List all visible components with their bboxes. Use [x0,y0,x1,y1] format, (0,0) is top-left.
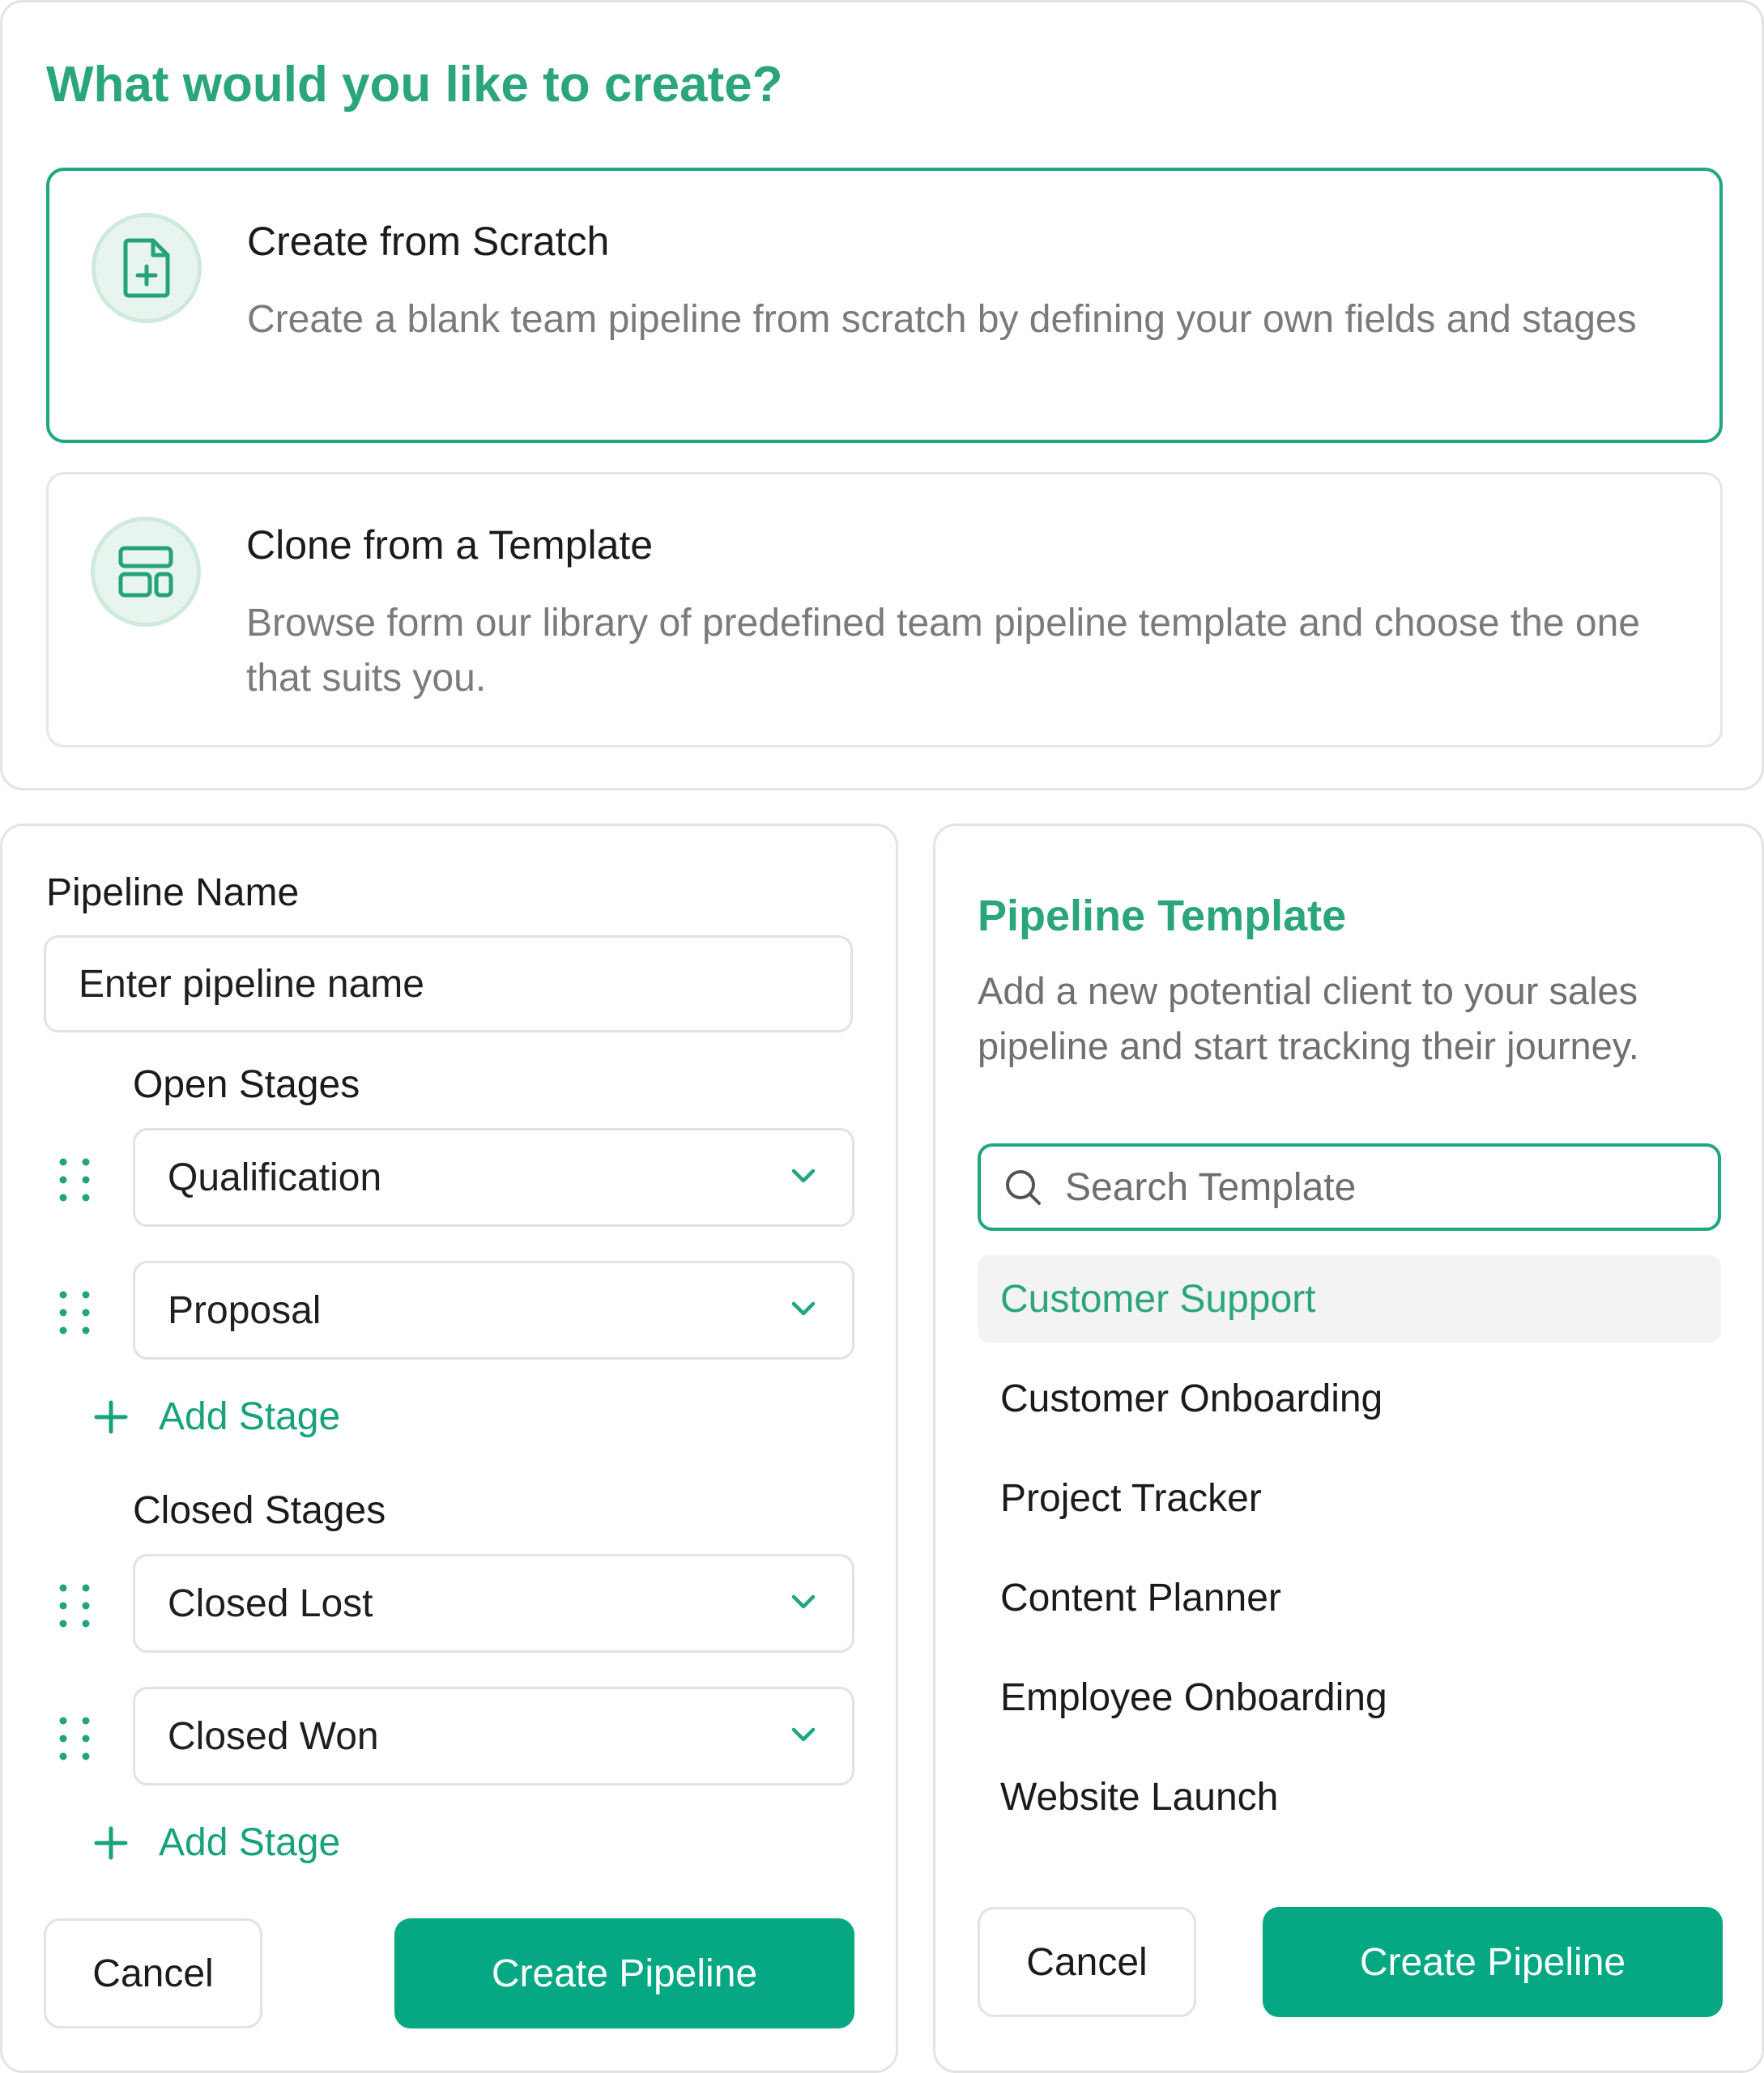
template-item-customer-onboarding[interactable]: Customer Onboarding [978,1355,1721,1442]
option-clone-from-template[interactable]: Clone from a Template Browse form our li… [46,472,1723,747]
chevron-down-icon [791,1168,816,1183]
add-stage-label: Add Stage [159,1395,341,1438]
template-panel-title: Pipeline Template [978,892,1347,940]
template-search-field[interactable] [978,1143,1721,1231]
option-title: Clone from a Template [246,522,654,568]
stage-row: Proposal [57,1261,854,1360]
stage-select-qualification[interactable]: Qualification [133,1128,854,1227]
template-item-website-launch[interactable]: Website Launch [978,1753,1721,1841]
template-create-pipeline-button[interactable]: Create Pipeline [1263,1907,1723,2017]
chevron-down-icon [791,1301,816,1316]
stage-row: Closed Won [57,1687,854,1786]
stage-select-closed-lost[interactable]: Closed Lost [133,1554,854,1653]
option-title: Create from Scratch [247,219,610,264]
stage-select-value: Closed Lost [168,1581,373,1625]
option-create-from-scratch[interactable]: Create from Scratch Create a blank team … [46,168,1723,443]
stage-select-value: Proposal [168,1288,322,1332]
add-stage-label: Add Stage [159,1821,341,1864]
stage-select-proposal[interactable]: Proposal [133,1261,854,1360]
stage-row: Closed Lost [57,1554,854,1653]
file-plus-icon [92,213,202,323]
stage-select-value: Closed Won [168,1714,379,1758]
layout-template-icon [91,517,201,627]
template-panel-description: Add a new potential client to your sales… [978,969,1639,1067]
create-panel-title: What would you like to create? [46,57,783,113]
option-description: Browse form our library of predefined te… [246,602,1640,700]
pipeline-template-panel: Pipeline Template Add a new potential cl… [933,824,1764,2073]
create-type-panel: What would you like to create? Create fr… [0,0,1764,790]
pipeline-name-label: Pipeline Name [46,871,300,914]
template-cancel-button[interactable]: Cancel [978,1907,1196,2017]
template-item-content-planner[interactable]: Content Planner [978,1554,1721,1641]
pipeline-name-value: Enter pipeline name [79,962,424,1006]
stage-row: Qualification [57,1128,854,1227]
form-create-pipeline-button[interactable]: Create Pipeline [394,1918,854,2028]
add-closed-stage-button[interactable]: Add Stage [94,1820,340,1865]
pipeline-name-input[interactable]: Enter pipeline name [44,935,853,1032]
template-item-employee-onboarding[interactable]: Employee Onboarding [978,1654,1721,1741]
chevron-down-icon [791,1594,816,1609]
drag-handle-icon[interactable] [57,1583,92,1628]
stage-select-closed-won[interactable]: Closed Won [133,1687,854,1786]
drag-handle-icon[interactable] [57,1290,92,1335]
plus-icon [94,1826,128,1859]
template-item-project-tracker[interactable]: Project Tracker [978,1454,1721,1542]
plus-icon [94,1400,128,1433]
open-stages-label: Open Stages [133,1063,360,1106]
add-open-stage-button[interactable]: Add Stage [94,1394,340,1439]
option-description: Create a blank team pipeline from scratc… [247,298,1637,341]
closed-stages-label: Closed Stages [133,1489,386,1532]
chevron-down-icon [791,1727,816,1742]
template-search-input[interactable] [1063,1164,1695,1211]
form-cancel-button[interactable]: Cancel [44,1918,262,2028]
template-item-customer-support[interactable]: Customer Support [978,1255,1721,1343]
search-icon [1006,1170,1041,1205]
drag-handle-icon[interactable] [57,1716,92,1761]
drag-handle-icon[interactable] [57,1157,92,1203]
stage-select-value: Qualification [168,1156,382,1199]
